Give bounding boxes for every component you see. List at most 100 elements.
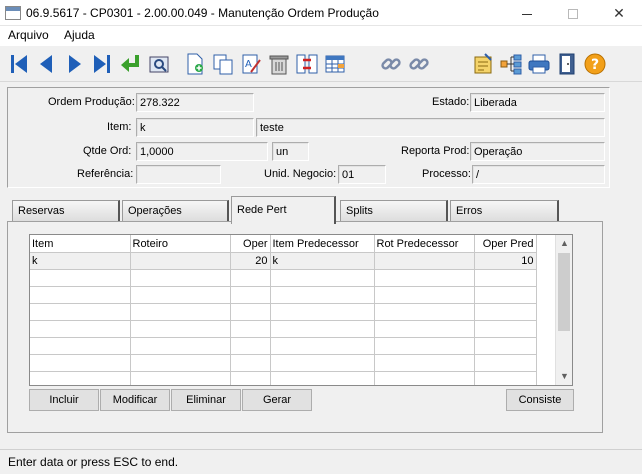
scroll-down-icon[interactable]: ▼ bbox=[556, 368, 572, 385]
search-record-button[interactable] bbox=[146, 51, 172, 77]
col-oper-pred-header[interactable]: Oper Pred bbox=[474, 235, 537, 253]
table-row[interactable] bbox=[30, 286, 537, 304]
tab-rede-pert[interactable]: Rede Pert bbox=[231, 196, 336, 224]
edit-button[interactable]: A bbox=[238, 51, 264, 77]
tree-structure-icon bbox=[500, 54, 522, 75]
delete-button[interactable] bbox=[266, 51, 292, 77]
search-record-icon bbox=[149, 56, 169, 73]
previous-record-button[interactable] bbox=[33, 51, 59, 77]
scroll-thumb[interactable] bbox=[558, 253, 570, 331]
minimize-button[interactable] bbox=[504, 0, 550, 26]
report-icon bbox=[474, 53, 492, 74]
copy-button[interactable] bbox=[210, 51, 236, 77]
new-document-button[interactable] bbox=[182, 51, 208, 77]
tab-reservas[interactable]: Reservas bbox=[12, 200, 120, 222]
close-button[interactable]: ✕ bbox=[596, 0, 642, 26]
grid-vertical-scrollbar[interactable]: ▲ ▼ bbox=[555, 235, 572, 385]
qtde-field[interactable]: 1,0000 bbox=[136, 142, 268, 161]
menu-ajuda[interactable]: Ajuda bbox=[61, 28, 98, 42]
rede-pert-panel: Item Roteiro Oper Item Predecessor Rot P… bbox=[7, 221, 603, 433]
tab-erros[interactable]: Erros bbox=[450, 200, 559, 222]
spreadsheet-icon bbox=[325, 55, 345, 73]
next-record-icon bbox=[69, 55, 81, 73]
ordem-label: Ordem Produção: bbox=[48, 96, 135, 108]
chain-link-icon bbox=[381, 58, 401, 70]
unlink-button[interactable] bbox=[406, 51, 432, 77]
edit-icon: A bbox=[242, 54, 261, 74]
toolbar: A ? bbox=[0, 46, 642, 82]
printer-icon bbox=[528, 54, 550, 74]
table-row[interactable] bbox=[30, 303, 537, 321]
delete-icon bbox=[269, 55, 289, 75]
tree-structure-button[interactable] bbox=[498, 51, 524, 77]
eliminar-button[interactable]: Eliminar bbox=[171, 389, 241, 411]
estado-label: Estado: bbox=[432, 96, 470, 108]
item-label: Item: bbox=[107, 121, 132, 133]
scroll-up-icon[interactable]: ▲ bbox=[556, 235, 572, 252]
minimize-icon bbox=[522, 13, 532, 15]
gerar-button[interactable]: Gerar bbox=[242, 389, 312, 411]
pert-grid[interactable]: Item Roteiro Oper Item Predecessor Rot P… bbox=[29, 234, 573, 386]
item-code-field[interactable]: k bbox=[136, 118, 254, 137]
cell-oper[interactable]: 20 bbox=[230, 252, 271, 270]
menu-bar: Arquivo Ajuda bbox=[0, 26, 642, 46]
last-record-button[interactable] bbox=[89, 51, 115, 77]
estado-field[interactable]: Liberada bbox=[470, 93, 605, 112]
referencia-field[interactable] bbox=[136, 165, 221, 184]
window-title: 06.9.5617 - CP0301 - 2.00.00.049 - Manut… bbox=[26, 6, 379, 20]
exit-button[interactable] bbox=[554, 51, 580, 77]
unidade-field[interactable]: un bbox=[272, 142, 309, 161]
table-row[interactable] bbox=[30, 354, 537, 372]
print-button[interactable] bbox=[526, 51, 552, 77]
modificar-button[interactable]: Modificar bbox=[100, 389, 170, 411]
cell-rot-predecessor[interactable] bbox=[374, 252, 475, 270]
status-bar: Enter data or press ESC to end. bbox=[0, 449, 642, 474]
consiste-button[interactable]: Consiste bbox=[506, 389, 574, 411]
next-record-button[interactable] bbox=[62, 51, 88, 77]
col-rot-predecessor-header[interactable]: Rot Predecessor bbox=[374, 235, 475, 253]
col-item-predecessor-header[interactable]: Item Predecessor bbox=[270, 235, 375, 253]
tab-splits[interactable]: Splits bbox=[340, 200, 448, 222]
first-record-button[interactable] bbox=[6, 51, 32, 77]
previous-record-icon bbox=[40, 55, 52, 73]
processo-field[interactable]: / bbox=[472, 165, 605, 184]
title-bar: 06.9.5617 - CP0301 - 2.00.00.049 - Manut… bbox=[0, 0, 642, 26]
ordem-field[interactable]: 278.322 bbox=[136, 93, 254, 112]
goto-record-icon bbox=[121, 55, 139, 72]
tab-strip: Reservas Operações Rede Pert Splits Erro… bbox=[7, 196, 610, 224]
cell-item[interactable]: k bbox=[30, 252, 131, 270]
order-header-panel: Ordem Produção: 278.322 Estado: Liberada… bbox=[7, 87, 610, 188]
maximize-button[interactable] bbox=[550, 0, 596, 26]
table-row[interactable] bbox=[30, 337, 537, 355]
incluir-button[interactable]: Incluir bbox=[29, 389, 99, 411]
swap-button[interactable] bbox=[294, 51, 320, 77]
unid-negocio-field[interactable]: 01 bbox=[338, 165, 386, 184]
table-row[interactable] bbox=[30, 320, 537, 338]
unid-negocio-label: Unid. Negocio: bbox=[264, 168, 337, 180]
menu-arquivo[interactable]: Arquivo bbox=[5, 28, 52, 42]
maximize-icon bbox=[568, 9, 578, 20]
col-roteiro-header[interactable]: Roteiro bbox=[130, 235, 231, 253]
cell-oper-pred[interactable]: 10 bbox=[474, 252, 537, 270]
col-oper-header[interactable]: Oper bbox=[230, 235, 271, 253]
link-button[interactable] bbox=[378, 51, 404, 77]
table-row[interactable]: k 20 k 10 bbox=[30, 252, 537, 270]
last-record-icon bbox=[94, 55, 110, 73]
cell-item-predecessor[interactable]: k bbox=[270, 252, 375, 270]
cell-roteiro[interactable] bbox=[130, 252, 231, 270]
unlink-icon bbox=[409, 58, 429, 70]
tab-operacoes[interactable]: Operações bbox=[122, 200, 229, 222]
help-button[interactable]: ? bbox=[582, 51, 608, 77]
item-description-field[interactable]: teste bbox=[256, 118, 605, 137]
new-document-icon bbox=[187, 53, 203, 75]
table-row[interactable] bbox=[30, 269, 537, 287]
help-icon: ? bbox=[584, 53, 606, 75]
table-row[interactable] bbox=[30, 371, 537, 385]
reporta-label: Reporta Prod: bbox=[401, 145, 470, 157]
col-item-header[interactable]: Item bbox=[30, 235, 131, 253]
goto-record-button[interactable] bbox=[118, 51, 144, 77]
reporta-field[interactable]: Operação bbox=[470, 142, 605, 161]
swap-icon bbox=[296, 54, 318, 74]
report-button[interactable] bbox=[470, 51, 496, 77]
spreadsheet-button[interactable] bbox=[322, 51, 348, 77]
